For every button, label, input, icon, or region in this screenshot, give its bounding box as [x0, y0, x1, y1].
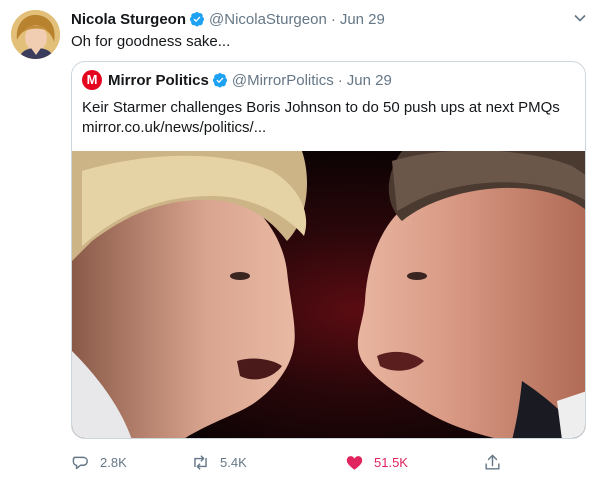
quote-link[interactable]: mirror.co.uk/news/politics/... [82, 118, 577, 138]
like-count: 51.5K [374, 455, 408, 470]
quote-author-handle[interactable]: @MirrorPolitics [232, 72, 334, 89]
reply-button[interactable]: 2.8K [71, 453, 127, 473]
like-button[interactable]: 51.5K [345, 453, 408, 473]
retweet-count: 5.4K [220, 455, 247, 470]
reply-icon [72, 456, 88, 470]
mirror-logo: M [82, 70, 102, 90]
author-name[interactable]: Nicola Sturgeon [71, 11, 186, 28]
quote-header-separator: · [337, 72, 343, 89]
tweet[interactable]: Nicola Sturgeon @NicolaSturgeon · Jun 29 Oh… [0, 0, 600, 486]
mirror-logo-letter: M [86, 72, 98, 87]
tweet-actions: 2.8K 5.4K 51.5K [71, 453, 511, 473]
avatar[interactable] [11, 10, 60, 59]
retweet-icon [194, 455, 207, 470]
chevron-down-icon[interactable] [572, 10, 588, 26]
quote-header: M Mirror Politics @MirrorPolitics · Jun 29 [82, 70, 392, 92]
quoted-tweet[interactable]: M Mirror Politics @MirrorPolitics · Jun 29 K… [71, 61, 586, 439]
heart-icon [346, 456, 363, 470]
quote-date[interactable]: Jun 29 [347, 72, 392, 89]
quote-photo[interactable] [72, 151, 586, 439]
verified-badge-icon [212, 73, 227, 88]
header-separator: · [330, 11, 336, 28]
verified-badge-icon [189, 12, 205, 27]
reply-count: 2.8K [100, 455, 127, 470]
quote-headline: Keir Starmer challenges Boris Johnson to… [82, 99, 560, 116]
tweet-header: Nicola Sturgeon @NicolaSturgeon · Jun 29 [71, 10, 580, 30]
share-button[interactable] [483, 453, 512, 473]
tweet-date[interactable]: Jun 29 [340, 11, 385, 28]
quote-author-name[interactable]: Mirror Politics [108, 72, 209, 89]
quote-text: Keir Starmer challenges Boris Johnson to… [82, 98, 577, 138]
author-handle[interactable]: @NicolaSturgeon [209, 11, 327, 28]
retweet-button[interactable]: 5.4K [191, 453, 247, 473]
tweet-text: Oh for goodness sake... [71, 33, 231, 50]
share-icon [485, 454, 500, 470]
